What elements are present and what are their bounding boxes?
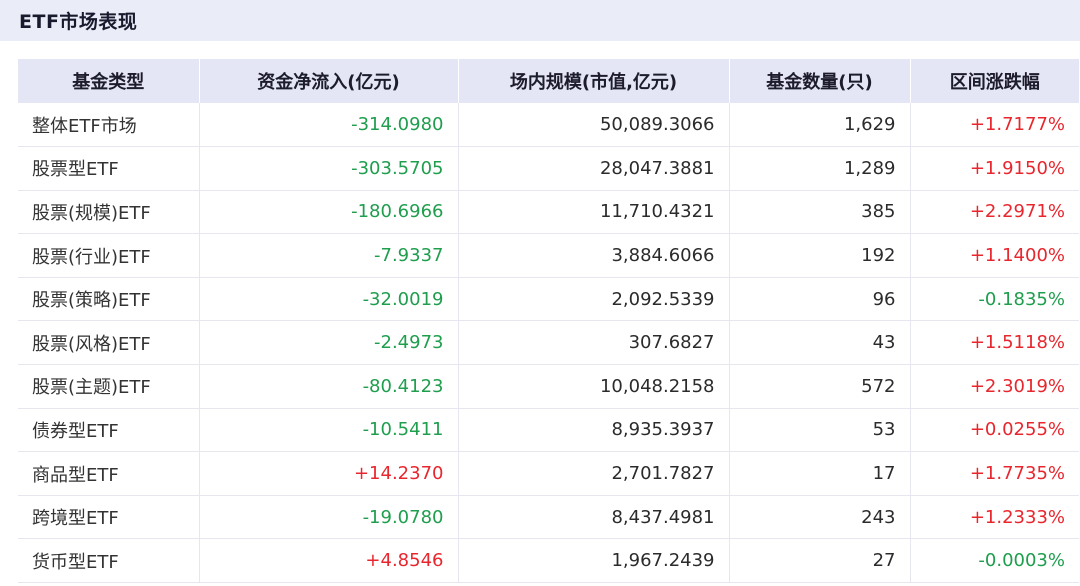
cell-fund-count: 43 <box>729 320 911 366</box>
cell-market-scale: 8,437.4981 <box>458 495 730 540</box>
cell-period-change: +1.7177% <box>910 103 1079 148</box>
cell-fund-count: 53 <box>729 408 911 453</box>
cell-net-inflow: -10.5411 <box>199 408 459 453</box>
cell-period-change: +1.2333% <box>910 495 1079 540</box>
cell-market-scale: 28,047.3881 <box>458 146 730 191</box>
cell-fund-count: 1,629 <box>729 103 911 148</box>
cell-period-change: +1.5118% <box>910 320 1079 366</box>
cell-fund-count: 17 <box>729 451 911 496</box>
cell-fund-type: 商品型ETF <box>18 451 200 496</box>
cell-fund-type: 股票(策略)ETF <box>18 277 200 322</box>
header-net-inflow: 资金净流入(亿元) <box>199 59 459 103</box>
cell-period-change: -0.0003% <box>910 538 1079 584</box>
table-row: 跨境型ETF -19.0780 8,437.4981 243 +1.2333% <box>18 495 1079 540</box>
cell-net-inflow: -303.5705 <box>199 146 459 191</box>
cell-net-inflow: -19.0780 <box>199 495 459 540</box>
cell-net-inflow: -2.4973 <box>199 320 459 366</box>
cell-fund-count: 572 <box>729 364 911 409</box>
header-period-change: 区间涨跌幅 <box>910 59 1079 103</box>
table-row: 货币型ETF +4.8546 1,967.2439 27 -0.0003% <box>18 538 1079 584</box>
table-header-row: 基金类型 资金净流入(亿元) 场内规模(市值,亿元) 基金数量(只) 区间涨跌幅 <box>18 59 1079 103</box>
table-row: 股票(主题)ETF -80.4123 10,048.2158 572 +2.3019% <box>18 364 1079 409</box>
title-bar: ETF市场表现 <box>0 0 1080 41</box>
cell-fund-type: 股票(主题)ETF <box>18 364 200 409</box>
cell-market-scale: 2,092.5339 <box>458 277 730 322</box>
cell-fund-type: 股票(行业)ETF <box>18 233 200 278</box>
table-row: 股票(策略)ETF -32.0019 2,092.5339 96 -0.1835% <box>18 277 1079 322</box>
cell-market-scale: 11,710.4321 <box>458 190 730 235</box>
page-title: ETF市场表现 <box>19 11 138 33</box>
cell-fund-count: 243 <box>729 495 911 540</box>
cell-fund-type: 股票(风格)ETF <box>18 320 200 366</box>
cell-fund-type: 股票型ETF <box>18 146 200 191</box>
table-body: 整体ETF市场 -314.0980 50,089.3066 1,629 +1.7177%… <box>18 103 1079 584</box>
cell-fund-type: 跨境型ETF <box>18 495 200 540</box>
cell-market-scale: 3,884.6066 <box>458 233 730 278</box>
etf-table-container: 基金类型 资金净流入(亿元) 场内规模(市值,亿元) 基金数量(只) 区间涨跌幅… <box>18 59 1079 584</box>
cell-net-inflow: -180.6966 <box>199 190 459 235</box>
cell-market-scale: 307.6827 <box>458 320 730 366</box>
cell-market-scale: 10,048.2158 <box>458 364 730 409</box>
cell-fund-count: 27 <box>729 538 911 584</box>
header-fund-count: 基金数量(只) <box>729 59 911 103</box>
cell-fund-type: 货币型ETF <box>18 538 200 584</box>
cell-market-scale: 8,935.3937 <box>458 408 730 453</box>
cell-market-scale: 1,967.2439 <box>458 538 730 584</box>
cell-fund-count: 96 <box>729 277 911 322</box>
table-row: 股票型ETF -303.5705 28,047.3881 1,289 +1.9150% <box>18 146 1079 191</box>
table-row: 整体ETF市场 -314.0980 50,089.3066 1,629 +1.7177% <box>18 103 1079 148</box>
header-market-scale: 场内规模(市值,亿元) <box>458 59 730 103</box>
cell-net-inflow: -32.0019 <box>199 277 459 322</box>
header-fund-type: 基金类型 <box>18 59 200 103</box>
table-row: 债券型ETF -10.5411 8,935.3937 53 +0.0255% <box>18 408 1079 453</box>
etf-market-table: 基金类型 资金净流入(亿元) 场内规模(市值,亿元) 基金数量(只) 区间涨跌幅… <box>18 59 1079 584</box>
table-row: 股票(风格)ETF -2.4973 307.6827 43 +1.5118% <box>18 320 1079 366</box>
cell-market-scale: 50,089.3066 <box>458 103 730 148</box>
cell-fund-type: 股票(规模)ETF <box>18 190 200 235</box>
cell-fund-count: 1,289 <box>729 146 911 191</box>
cell-fund-count: 192 <box>729 233 911 278</box>
cell-net-inflow: +14.2370 <box>199 451 459 496</box>
cell-period-change: -0.1835% <box>910 277 1079 322</box>
cell-net-inflow: -7.9337 <box>199 233 459 278</box>
cell-fund-type: 整体ETF市场 <box>18 103 200 148</box>
cell-net-inflow: +4.8546 <box>199 538 459 584</box>
cell-period-change: +1.1400% <box>910 233 1079 278</box>
table-row: 股票(行业)ETF -7.9337 3,884.6066 192 +1.1400% <box>18 233 1079 278</box>
cell-period-change: +1.7735% <box>910 451 1079 496</box>
cell-fund-count: 385 <box>729 190 911 235</box>
cell-market-scale: 2,701.7827 <box>458 451 730 496</box>
cell-period-change: +2.2971% <box>910 190 1079 235</box>
cell-net-inflow: -80.4123 <box>199 364 459 409</box>
table-row: 股票(规模)ETF -180.6966 11,710.4321 385 +2.2971% <box>18 190 1079 235</box>
cell-period-change: +0.0255% <box>910 408 1079 453</box>
table-row: 商品型ETF +14.2370 2,701.7827 17 +1.7735% <box>18 451 1079 496</box>
cell-fund-type: 债券型ETF <box>18 408 200 453</box>
cell-net-inflow: -314.0980 <box>199 103 459 148</box>
cell-period-change: +1.9150% <box>910 146 1079 191</box>
cell-period-change: +2.3019% <box>910 364 1079 409</box>
